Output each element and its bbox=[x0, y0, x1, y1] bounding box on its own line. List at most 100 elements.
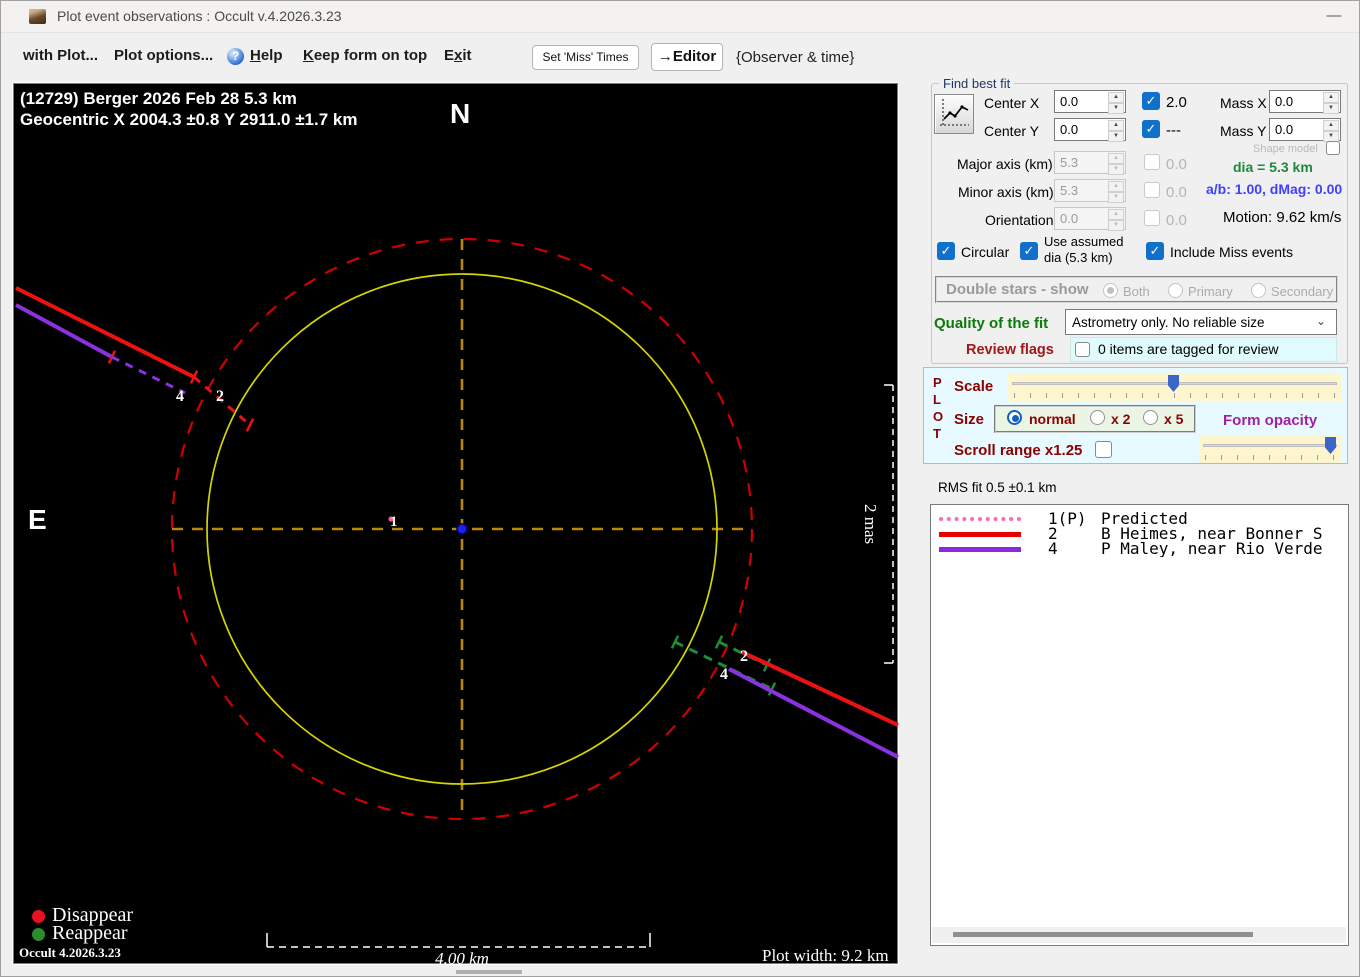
menu-plot-options[interactable]: Plot options... bbox=[114, 47, 213, 64]
list-scrollbar-thumb[interactable] bbox=[953, 932, 1253, 937]
predicted-line-swatch bbox=[939, 517, 1021, 521]
menu-with-plot[interactable]: with Plot... bbox=[23, 47, 98, 64]
review-flags-label: Review flags bbox=[966, 342, 1054, 358]
menu-keep-rest: eep form on top bbox=[313, 47, 428, 64]
app-icon bbox=[29, 9, 46, 24]
center-x-label: Center X bbox=[984, 95, 1040, 111]
orientation-label: Orientation bbox=[985, 212, 1054, 228]
minor-axis-checkbox bbox=[1144, 182, 1160, 198]
size-normal-radio[interactable] bbox=[1007, 410, 1022, 425]
list-item-name: B Heimes, near Bonner S bbox=[1101, 526, 1323, 542]
plot-canvas bbox=[15, 237, 899, 948]
editor-button[interactable]: →Editor bbox=[651, 43, 723, 71]
minor-axis-spinner: 5.3 ▲ ▼ bbox=[1054, 179, 1126, 203]
scroll-range-label: Scroll range x1.25 bbox=[954, 442, 1083, 459]
size-normal-label: normal bbox=[1029, 411, 1076, 427]
chord2-entry-label: 2 bbox=[216, 388, 224, 405]
major-axis-spinner: 5.3 ▲ ▼ bbox=[1054, 151, 1126, 175]
menu-help-rest: elp bbox=[260, 47, 283, 64]
mass-x-arrows[interactable]: ▲ ▼ bbox=[1323, 92, 1339, 114]
disappear-dot-icon bbox=[32, 910, 45, 923]
use-assumed-checkbox[interactable]: ✓ bbox=[1020, 242, 1038, 260]
scale-slider[interactable] bbox=[1008, 373, 1341, 401]
fit-plot-button[interactable] bbox=[934, 94, 974, 134]
center-y-check-label: --- bbox=[1166, 122, 1181, 139]
scroll-range-checkbox[interactable] bbox=[1095, 441, 1112, 458]
form-opacity-ticks bbox=[1205, 455, 1335, 460]
center-y-arrows[interactable]: ▲ ▼ bbox=[1108, 120, 1124, 142]
center-x-checkbox[interactable]: ✓ bbox=[1142, 92, 1160, 110]
center-x-spinner[interactable]: 0.0 ▲ ▼ bbox=[1054, 90, 1126, 114]
list-item-number: 4 bbox=[1048, 541, 1058, 557]
size-x2-label: x 2 bbox=[1111, 411, 1131, 427]
occultation-plot[interactable]: (12729) Berger 2026 Feb 28 5.3 km Geocen… bbox=[12, 82, 899, 968]
minimize-button[interactable]: — bbox=[1319, 7, 1349, 29]
chord4-exit-label: 4 bbox=[720, 666, 728, 683]
orientation-arrows: ▲ ▼ bbox=[1108, 209, 1124, 231]
menu-help[interactable]: Help bbox=[250, 47, 283, 64]
center-y-checkbox[interactable]: ✓ bbox=[1142, 120, 1160, 138]
circular-checkbox[interactable]: ✓ bbox=[937, 242, 955, 260]
double-stars-label: Double stars - show bbox=[946, 281, 1089, 298]
list-item-name: Predicted bbox=[1101, 511, 1188, 527]
menu-keep-on-top[interactable]: Keep form on top bbox=[303, 47, 427, 64]
double-stars-secondary-radio bbox=[1251, 283, 1266, 298]
double-stars-primary-radio bbox=[1168, 283, 1183, 298]
center-x-check-label: 2.0 bbox=[1166, 94, 1187, 111]
quality-of-fit-select[interactable]: Astrometry only. No reliable size bbox=[1065, 309, 1337, 335]
mas-scale-bracket bbox=[884, 384, 894, 664]
plot-letter-l: L bbox=[933, 392, 941, 407]
review-flags-checkbox[interactable] bbox=[1075, 342, 1090, 357]
mass-y-spinner[interactable]: 0.0 ▲ ▼ bbox=[1269, 118, 1341, 142]
km-scale-label: 4.00 km bbox=[435, 949, 489, 968]
set-miss-times-button[interactable]: Set 'Miss' Times bbox=[532, 45, 639, 70]
orientation-spinner: 0.0 ▲ ▼ bbox=[1054, 207, 1126, 231]
app-window: Plot event observations : Occult v.4.202… bbox=[0, 0, 1360, 977]
reappear-dot-icon bbox=[32, 928, 45, 941]
size-x2-radio[interactable] bbox=[1090, 410, 1105, 425]
plot-title-line1: (12729) Berger 2026 Feb 28 5.3 km bbox=[20, 89, 297, 108]
shape-model-label: Shape model bbox=[1253, 143, 1318, 155]
minor-axis-value: 5.3 bbox=[1060, 183, 1079, 198]
mass-x-spinner[interactable]: 0.0 ▲ ▼ bbox=[1269, 90, 1341, 114]
mass-x-value: 0.0 bbox=[1275, 94, 1294, 109]
observations-legend-list[interactable]: 1(P) Predicted 2 B Heimes, near Bonner S… bbox=[930, 504, 1349, 946]
form-opacity-slider[interactable] bbox=[1199, 435, 1341, 463]
plot-horizontal-scrollbar[interactable] bbox=[456, 970, 522, 974]
rms-fit-label: RMS fit 0.5 ±0.1 km bbox=[938, 480, 1057, 495]
chord4-line-swatch bbox=[939, 547, 1021, 552]
east-label: E bbox=[28, 504, 47, 535]
double-stars-both-radio bbox=[1103, 283, 1118, 298]
mass-y-arrows[interactable]: ▲ ▼ bbox=[1323, 120, 1339, 142]
center-y-label: Center Y bbox=[984, 123, 1039, 139]
help-icon[interactable]: ? bbox=[227, 48, 244, 65]
major-axis-label: Major axis (km) bbox=[957, 156, 1053, 172]
chord4-entry bbox=[15, 303, 186, 395]
shape-model-checkbox[interactable] bbox=[1326, 141, 1340, 155]
include-miss-checkbox[interactable]: ✓ bbox=[1146, 242, 1164, 260]
plot-title: (12729) Berger 2026 Feb 28 5.3 km Geocen… bbox=[20, 88, 358, 130]
major-axis-value: 5.3 bbox=[1060, 155, 1079, 170]
menu-exit-pre: E bbox=[444, 47, 455, 64]
size-label: Size bbox=[954, 411, 985, 428]
scale-slider-thumb[interactable] bbox=[1168, 375, 1179, 392]
list-item-number: 1(P) bbox=[1048, 511, 1087, 527]
list-horizontal-scrollbar[interactable] bbox=[932, 927, 1346, 943]
size-x5-radio[interactable] bbox=[1143, 410, 1158, 425]
list-item[interactable]: 4 P Maley, near Rio Verde bbox=[931, 541, 1348, 557]
fit-chart-icon bbox=[940, 99, 969, 127]
use-assumed-label: Use assumed dia (5.3 km) bbox=[1044, 234, 1123, 266]
list-item[interactable]: 2 B Heimes, near Bonner S bbox=[931, 526, 1348, 542]
center-y-value: 0.0 bbox=[1060, 122, 1079, 137]
form-opacity-thumb[interactable] bbox=[1325, 437, 1336, 454]
menu-exit[interactable]: Exit bbox=[444, 47, 472, 64]
use-assumed-line1: Use assumed bbox=[1044, 234, 1124, 249]
list-item[interactable]: 1(P) Predicted bbox=[931, 511, 1348, 527]
circular-label: Circular bbox=[961, 244, 1010, 260]
mass-y-value: 0.0 bbox=[1275, 122, 1294, 137]
mass-x-label: Mass X bbox=[1220, 95, 1267, 111]
chevron-down-icon[interactable]: ⌄ bbox=[1316, 314, 1326, 328]
center-x-arrows[interactable]: ▲ ▼ bbox=[1108, 92, 1124, 114]
center-y-spinner[interactable]: 0.0 ▲ ▼ bbox=[1054, 118, 1126, 142]
double-stars-primary-label: Primary bbox=[1188, 284, 1233, 299]
